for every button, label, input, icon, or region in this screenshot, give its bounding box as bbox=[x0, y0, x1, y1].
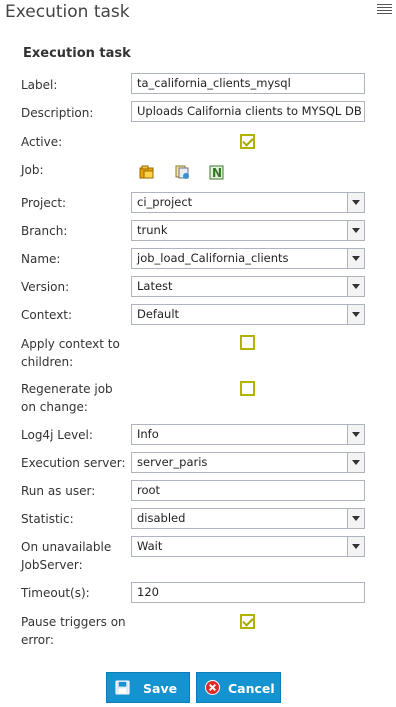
run-as-input[interactable]: root bbox=[131, 480, 365, 501]
unavailable-label: On unavailable JobServer: bbox=[21, 540, 112, 572]
chevron-down-icon[interactable] bbox=[347, 509, 364, 528]
version-select-value: Latest bbox=[137, 279, 173, 293]
branch-select[interactable]: trunk bbox=[131, 220, 365, 241]
project-select[interactable]: ci_project bbox=[131, 192, 365, 213]
active-checkbox[interactable] bbox=[240, 134, 255, 149]
name-label: Name: bbox=[21, 252, 61, 266]
apply-context-label: Apply context to children: bbox=[21, 337, 120, 369]
cancel-button[interactable]: Cancel bbox=[196, 672, 281, 703]
execution-server-select[interactable]: server_paris bbox=[131, 452, 365, 473]
branch-label: Branch: bbox=[21, 224, 68, 238]
save-button[interactable]: Save bbox=[106, 672, 190, 703]
apply-context-checkbox[interactable] bbox=[240, 335, 255, 350]
panel-title: Execution task bbox=[5, 2, 130, 22]
unavailable-select[interactable]: Wait bbox=[131, 536, 365, 557]
name-select[interactable]: job_load_California_clients bbox=[131, 248, 365, 269]
version-select[interactable]: Latest bbox=[131, 276, 365, 297]
chevron-down-icon[interactable] bbox=[347, 249, 364, 268]
statistic-select-value: disabled bbox=[137, 511, 186, 525]
run-as-label: Run as user: bbox=[21, 484, 96, 498]
regenerate-checkbox[interactable] bbox=[240, 381, 255, 396]
timeout-input[interactable]: 120 bbox=[131, 582, 365, 603]
chevron-down-icon[interactable] bbox=[347, 537, 364, 556]
context-label: Context: bbox=[21, 308, 73, 322]
log4j-select[interactable]: Info bbox=[131, 424, 365, 445]
chevron-down-icon[interactable] bbox=[347, 277, 364, 296]
label-field-label: Label: bbox=[21, 78, 58, 92]
panel-header: Execution task bbox=[0, 0, 396, 30]
folder-icon[interactable] bbox=[139, 164, 155, 180]
project-select-value: ci_project bbox=[137, 195, 193, 209]
regenerate-label: Regenerate job on change: bbox=[21, 382, 113, 414]
pause-triggers-checkbox[interactable] bbox=[240, 614, 255, 629]
statistic-select[interactable]: disabled bbox=[131, 508, 365, 529]
statistic-label: Statistic: bbox=[21, 512, 74, 526]
active-label: Active: bbox=[21, 135, 63, 149]
project-label: Project: bbox=[21, 196, 67, 210]
log4j-select-value: Info bbox=[137, 427, 159, 441]
chevron-down-icon[interactable] bbox=[347, 453, 364, 472]
version-label: Version: bbox=[21, 280, 70, 294]
job-label: Job: bbox=[21, 163, 44, 177]
pause-triggers-label: Pause triggers on error: bbox=[21, 615, 126, 647]
description-input[interactable]: Uploads California clients to MYSQL DB bbox=[131, 101, 365, 122]
chevron-down-icon[interactable] bbox=[347, 221, 364, 240]
unavailable-select-value: Wait bbox=[137, 539, 163, 553]
context-select-value: Default bbox=[137, 307, 180, 321]
description-field-label: Description: bbox=[21, 106, 94, 120]
log4j-label: Log4j Level: bbox=[21, 428, 93, 442]
execution-server-label: Execution server: bbox=[21, 456, 126, 470]
execution-server-select-value: server_paris bbox=[137, 455, 208, 469]
section-title: Execution task bbox=[23, 46, 131, 61]
chevron-down-icon[interactable] bbox=[347, 193, 364, 212]
save-button-label: Save bbox=[143, 681, 178, 696]
name-select-value: job_load_California_clients bbox=[137, 251, 289, 265]
label-input[interactable]: ta_california_clients_mysql bbox=[131, 73, 365, 94]
save-icon bbox=[115, 680, 130, 695]
svg-text:N: N bbox=[212, 166, 222, 180]
cancel-button-label: Cancel bbox=[228, 681, 275, 696]
chevron-down-icon[interactable] bbox=[347, 425, 364, 444]
context-select[interactable]: Default bbox=[131, 304, 365, 325]
branch-select-value: trunk bbox=[137, 223, 168, 237]
close-icon bbox=[205, 680, 220, 695]
timeout-label: Timeout(s): bbox=[21, 586, 90, 600]
branch-icon[interactable] bbox=[174, 164, 190, 180]
hamburger-menu-icon[interactable] bbox=[377, 4, 392, 16]
chevron-down-icon[interactable] bbox=[347, 305, 364, 324]
nexus-icon[interactable]: N bbox=[209, 164, 225, 180]
